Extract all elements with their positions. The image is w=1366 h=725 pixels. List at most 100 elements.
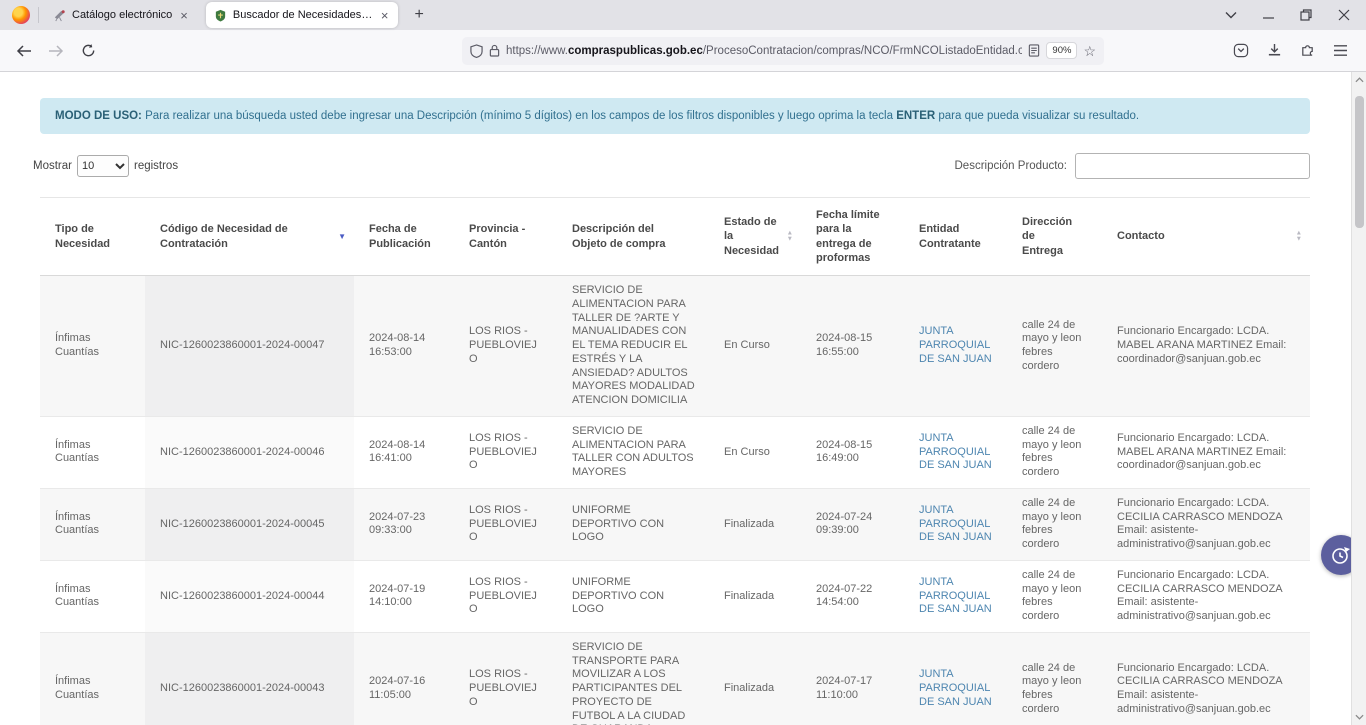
menu-hamburger-icon[interactable] [1333, 44, 1348, 57]
window-minimize-button[interactable] [1263, 10, 1274, 21]
column-header-label: Provincia - Cantón [469, 223, 525, 249]
cell-tipo-necesidad: Ínfimas Cuantías [40, 416, 145, 488]
cell-fecha-limite: 2024-07-17 11:10:00 [801, 632, 904, 725]
column-header[interactable]: Provincia - Cantón [454, 198, 557, 276]
vertical-scrollbar[interactable] [1351, 72, 1366, 725]
cell-entidad: JUNTA PARROQUIAL DE SAN JUAN [904, 560, 1007, 632]
window-close-button[interactable] [1338, 9, 1350, 21]
scrollbar-thumb[interactable] [1355, 96, 1364, 228]
entidad-contratante-link[interactable]: JUNTA PARROQUIAL DE SAN JUAN [919, 325, 992, 365]
cell-descripcion-objeto: SERVICIO DE TRANSPORTE PARA MOVILIZAR A … [557, 632, 709, 725]
cell-fecha-limite: 2024-08-15 16:55:00 [801, 276, 904, 417]
cell-fecha-publicacion: 2024-07-23 09:33:00 [354, 488, 454, 560]
cell-estado: En Curso [709, 416, 801, 488]
sort-icon: ▼ [338, 231, 346, 241]
scrollbar-track[interactable] [1352, 88, 1366, 709]
list-all-tabs-icon[interactable] [1225, 11, 1237, 19]
url-text: https://www.compraspublicas.gob.ec/Proce… [506, 45, 1022, 57]
close-tab-icon[interactable]: × [379, 9, 391, 22]
telescope-favicon-icon [53, 9, 66, 22]
browser-tab-strip: Catálogo electrónico × Buscador de Neces… [0, 0, 1366, 30]
tab-buscador-necesidades[interactable]: Buscador de Necesidades de Co × [206, 2, 399, 28]
records-per-page-select[interactable]: 10 [77, 155, 129, 177]
column-header[interactable]: Fecha de Publicación [354, 198, 454, 276]
cell-descripcion-objeto: UNIFORME DEPORTIVO CON LOGO [557, 488, 709, 560]
cell-provincia-canton: LOS RIOS - PUEBLOVIEJO [454, 560, 557, 632]
cell-codigo: NIC-1260023860001-2024-00044 [145, 560, 354, 632]
usage-notice-banner: MODO DE USO: Para realizar una búsqueda … [40, 98, 1310, 134]
cell-direccion-entrega: calle 24 de mayo y leon febres cordero [1007, 632, 1102, 725]
product-description-label: Descripción Producto: [955, 160, 1068, 172]
cell-direccion-entrega: calle 24 de mayo y leon febres cordero [1007, 276, 1102, 417]
cell-fecha-publicacion: 2024-08-14 16:53:00 [354, 276, 454, 417]
cell-descripcion-objeto: SERVICIO DE ALIMENTACION PARA TALLER CON… [557, 416, 709, 488]
tracking-protection-shield-icon[interactable] [470, 44, 483, 58]
scroll-down-icon[interactable] [1352, 709, 1366, 725]
column-header[interactable]: Tipo de Necesidad [40, 198, 145, 276]
notice-enter: ENTER [896, 110, 935, 122]
column-header[interactable]: Código de Necesidad de Contratación ▼ [145, 198, 354, 276]
table-controls: Mostrar 10 registros Descripción Product… [33, 153, 1310, 179]
product-description-input[interactable] [1075, 153, 1310, 179]
sort-icon: ▲▼ [787, 230, 793, 243]
cell-contacto: Funcionario Encargado: LCDA. MABEL ARANA… [1102, 276, 1310, 417]
firefox-logo-icon[interactable] [12, 6, 30, 24]
tab-catalogo-electronico[interactable]: Catálogo electrónico × [45, 2, 198, 28]
table-row: Ínfimas Cuantías NIC-1260023860001-2024-… [40, 632, 1310, 725]
column-header[interactable]: Estado de la Necesidad ▲▼ [709, 198, 801, 276]
scroll-up-icon[interactable] [1352, 72, 1366, 88]
cell-fecha-limite: 2024-07-22 14:54:00 [801, 560, 904, 632]
column-header-label: Estado de la Necesidad [724, 216, 779, 257]
column-header[interactable]: Descripción del Objeto de compra [557, 198, 709, 276]
column-header[interactable]: Dirección de Entrega [1007, 198, 1102, 276]
cell-provincia-canton: LOS RIOS - PUEBLOVIEJO [454, 276, 557, 417]
table-row: Ínfimas Cuantías NIC-1260023860001-2024-… [40, 276, 1310, 417]
column-header-label: Código de Necesidad de Contratación [160, 223, 288, 249]
reload-button[interactable] [74, 37, 102, 65]
cell-codigo: NIC-1260023860001-2024-00046 [145, 416, 354, 488]
table-row: Ínfimas Cuantías NIC-1260023860001-2024-… [40, 416, 1310, 488]
close-tab-icon[interactable]: × [178, 9, 190, 22]
entidad-contratante-link[interactable]: JUNTA PARROQUIAL DE SAN JUAN [919, 432, 992, 472]
lock-icon[interactable] [489, 44, 500, 57]
notice-prefix: MODO DE USO: [55, 110, 142, 122]
cell-provincia-canton: LOS RIOS - PUEBLOVIEJO [454, 632, 557, 725]
entidad-contratante-link[interactable]: JUNTA PARROQUIAL DE SAN JUAN [919, 668, 992, 708]
cell-estado: Finalizada [709, 488, 801, 560]
column-header[interactable]: Contacto ▲▼ [1102, 198, 1310, 276]
cell-entidad: JUNTA PARROQUIAL DE SAN JUAN [904, 488, 1007, 560]
zoom-level-badge[interactable]: 90% [1046, 42, 1077, 59]
show-records-label: Mostrar [33, 160, 72, 172]
column-header[interactable]: Fecha límite para la entrega de proforma… [801, 198, 904, 276]
cell-entidad: JUNTA PARROQUIAL DE SAN JUAN [904, 276, 1007, 417]
cell-estado: En Curso [709, 276, 801, 417]
reader-mode-icon[interactable] [1028, 44, 1040, 57]
needs-table: Tipo de Necesidad Código de Necesidad de… [40, 197, 1310, 725]
table-body: Ínfimas Cuantías NIC-1260023860001-2024-… [40, 276, 1310, 725]
cell-tipo-necesidad: Ínfimas Cuantías [40, 632, 145, 725]
entidad-contratante-link[interactable]: JUNTA PARROQUIAL DE SAN JUAN [919, 576, 992, 616]
url-bar[interactable]: https://www.compraspublicas.gob.ec/Proce… [462, 37, 1104, 65]
downloads-icon[interactable] [1267, 43, 1282, 58]
new-tab-button[interactable]: + [408, 6, 429, 24]
column-header[interactable]: Entidad Contratante [904, 198, 1007, 276]
cell-descripcion-objeto: UNIFORME DEPORTIVO CON LOGO [557, 560, 709, 632]
cell-contacto: Funcionario Encargado: LCDA. CECILIA CAR… [1102, 632, 1310, 725]
column-header-label: Fecha de Publicación [369, 223, 431, 249]
window-restore-button[interactable] [1300, 9, 1312, 21]
pocket-icon[interactable] [1233, 43, 1249, 58]
shield-favicon-icon [214, 9, 227, 22]
table-row: Ínfimas Cuantías NIC-1260023860001-2024-… [40, 488, 1310, 560]
cell-descripcion-objeto: SERVICIO DE ALIMENTACION PARA TALLER DE … [557, 276, 709, 417]
bookmark-star-icon[interactable]: ☆ [1083, 44, 1096, 58]
cell-codigo: NIC-1260023860001-2024-00047 [145, 276, 354, 417]
column-header-label: Dirección de Entrega [1022, 216, 1072, 257]
column-header-label: Contacto [1117, 230, 1165, 242]
cell-direccion-entrega: calle 24 de mayo y leon febres cordero [1007, 560, 1102, 632]
cell-tipo-necesidad: Ínfimas Cuantías [40, 276, 145, 417]
extensions-icon[interactable] [1300, 43, 1315, 58]
back-button[interactable] [10, 37, 38, 65]
entidad-contratante-link[interactable]: JUNTA PARROQUIAL DE SAN JUAN [919, 504, 992, 544]
forward-button[interactable] [42, 37, 70, 65]
cell-provincia-canton: LOS RIOS - PUEBLOVIEJO [454, 416, 557, 488]
